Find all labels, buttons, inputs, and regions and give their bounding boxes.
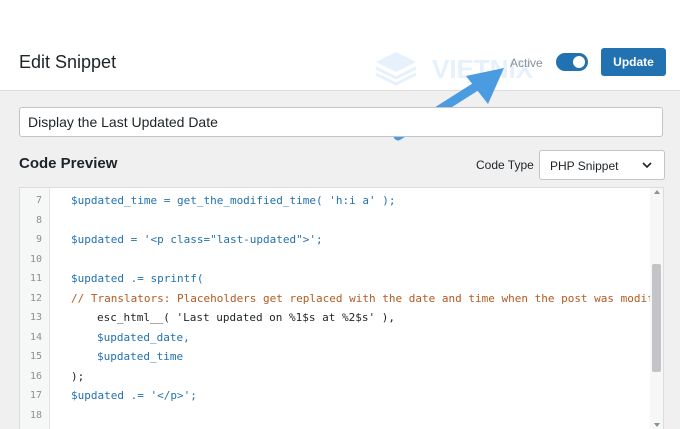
line-number: 12 [29, 292, 42, 304]
line-number: 18 [29, 409, 42, 421]
code-text: ); [71, 369, 85, 383]
code-text: $updated = '<p class="last-updated">'; [71, 233, 323, 246]
code-line: 13 esc_html__( 'Last updated on %1$s at … [20, 308, 663, 328]
code-type-label: Code Type [476, 158, 534, 172]
code-line: 14 $updated_date, [20, 328, 663, 348]
code-line: 12 // Translators: Placeholders get repl… [20, 289, 663, 309]
code-line: 17 $updated .= '</p>'; [20, 386, 663, 406]
code-preview-heading: Code Preview [19, 155, 118, 172]
code-line: 11 $updated .= sprintf( [20, 269, 663, 289]
code-line: 10 [20, 250, 663, 270]
code-line: 8 [20, 211, 663, 231]
code-type-value: PHP Snippet [550, 159, 619, 173]
code-text: $updated_time = get_the_modified_time( '… [71, 194, 396, 207]
line-number: 15 [29, 351, 42, 362]
snippet-title-input[interactable] [19, 107, 663, 137]
line-number: 17 [29, 390, 42, 401]
code-type-select[interactable]: PHP Snippet [539, 150, 665, 180]
code-line: 16 ); [20, 367, 663, 387]
code-text: $updated .= sprintf( [71, 272, 204, 285]
header-bar: Edit Snippet VIETNIX Active Update [0, 0, 680, 91]
page-title: Edit Snippet [19, 52, 117, 72]
scroll-up-icon[interactable] [654, 190, 660, 194]
scrollbar-thumb[interactable] [652, 264, 661, 372]
code-line: 7 $updated_time = get_the_modified_time(… [20, 191, 663, 211]
line-number: 9 [35, 234, 42, 245]
code-line: 9 $updated = '<p class="last-updated">'; [20, 230, 663, 250]
chevron-down-icon [642, 162, 652, 169]
line-number: 10 [29, 253, 42, 265]
line-number: 8 [35, 214, 42, 226]
line-number: 11 [29, 273, 42, 284]
code-text: $updated .= '</p>'; [71, 389, 197, 402]
line-number: 13 [29, 312, 42, 323]
update-button[interactable]: Update [601, 48, 666, 76]
code-line: 18 [20, 406, 663, 426]
active-label: Active [510, 56, 543, 70]
active-toggle[interactable] [556, 53, 588, 71]
code-text: esc_html__( 'Last updated on %1$s at %2$… [97, 311, 396, 324]
editor-scrollbar[interactable] [650, 188, 663, 429]
code-line: 15 $updated_time [20, 347, 663, 367]
code-text: $updated_date, [97, 330, 190, 344]
toggle-knob [573, 56, 585, 68]
code-editor[interactable]: 7 $updated_time = get_the_modified_time(… [19, 187, 664, 429]
code-text: $updated_time [97, 350, 184, 363]
line-number: 7 [35, 195, 42, 206]
code-comment: // Translators: Placeholders get replace… [71, 291, 664, 305]
scroll-down-icon[interactable] [654, 423, 660, 427]
line-number: 16 [29, 370, 42, 382]
line-number: 14 [29, 331, 42, 343]
